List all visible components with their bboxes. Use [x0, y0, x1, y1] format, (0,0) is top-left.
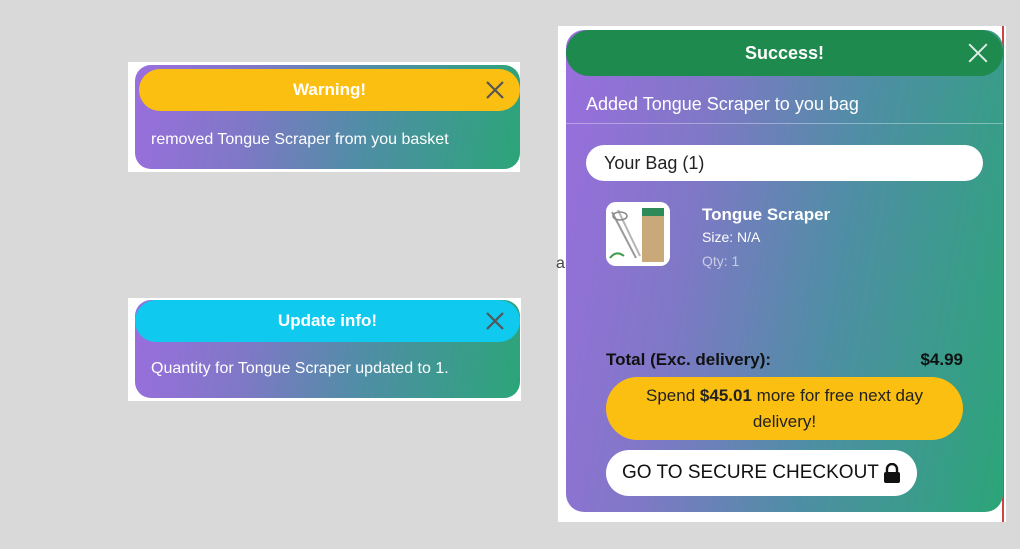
warning-title: Warning! [292, 80, 367, 99]
product-name[interactable]: Tongue Scraper [702, 205, 830, 225]
success-title: Success! [744, 42, 825, 63]
info-toast: Update info! Quantity for Tongue Scraper… [135, 300, 520, 398]
product-qty: Qty: 1 [702, 253, 740, 269]
info-header: Update info! [135, 300, 520, 342]
total-row: Total (Exc. delivery): $4.99 [606, 350, 963, 370]
secure-checkout-button[interactable]: GO TO SECURE CHECKOUT [606, 450, 917, 496]
bag-summary[interactable]: Your Bag (1) [586, 145, 983, 181]
free-delivery-banner[interactable]: Spend $45.01 more for free next day deli… [606, 377, 963, 440]
warning-toast: Warning! removed Tongue Scraper from you… [135, 65, 520, 169]
product-thumbnail[interactable] [606, 202, 670, 266]
checkout-label: GO TO SECURE CHECKOUT [622, 462, 879, 483]
lock-icon [883, 463, 901, 483]
spend-suffix: more for free next day delivery! [752, 385, 923, 431]
warning-header: Warning! [139, 69, 520, 111]
info-message: Quantity for Tongue Scraper updated to 1… [151, 360, 449, 377]
free-delivery-text: Spend $45.01 more for free next day deli… [626, 383, 943, 435]
info-title: Update info! [277, 311, 378, 330]
close-icon[interactable] [484, 79, 506, 101]
spend-amount: $45.01 [699, 385, 752, 405]
close-icon[interactable] [967, 42, 989, 64]
total-label: Total (Exc. delivery): [606, 350, 772, 369]
product-size: Size: N/A [702, 229, 761, 245]
success-header: Success! [566, 30, 1003, 76]
close-icon[interactable] [484, 310, 506, 332]
spend-prefix: Spend [646, 385, 696, 405]
success-message: Added Tongue Scraper to you bag [566, 76, 1003, 124]
success-panel: Success! Added Tongue Scraper to you bag… [566, 30, 1003, 512]
total-value: $4.99 [920, 350, 963, 369]
warning-message: removed Tongue Scraper from you basket [151, 131, 449, 148]
